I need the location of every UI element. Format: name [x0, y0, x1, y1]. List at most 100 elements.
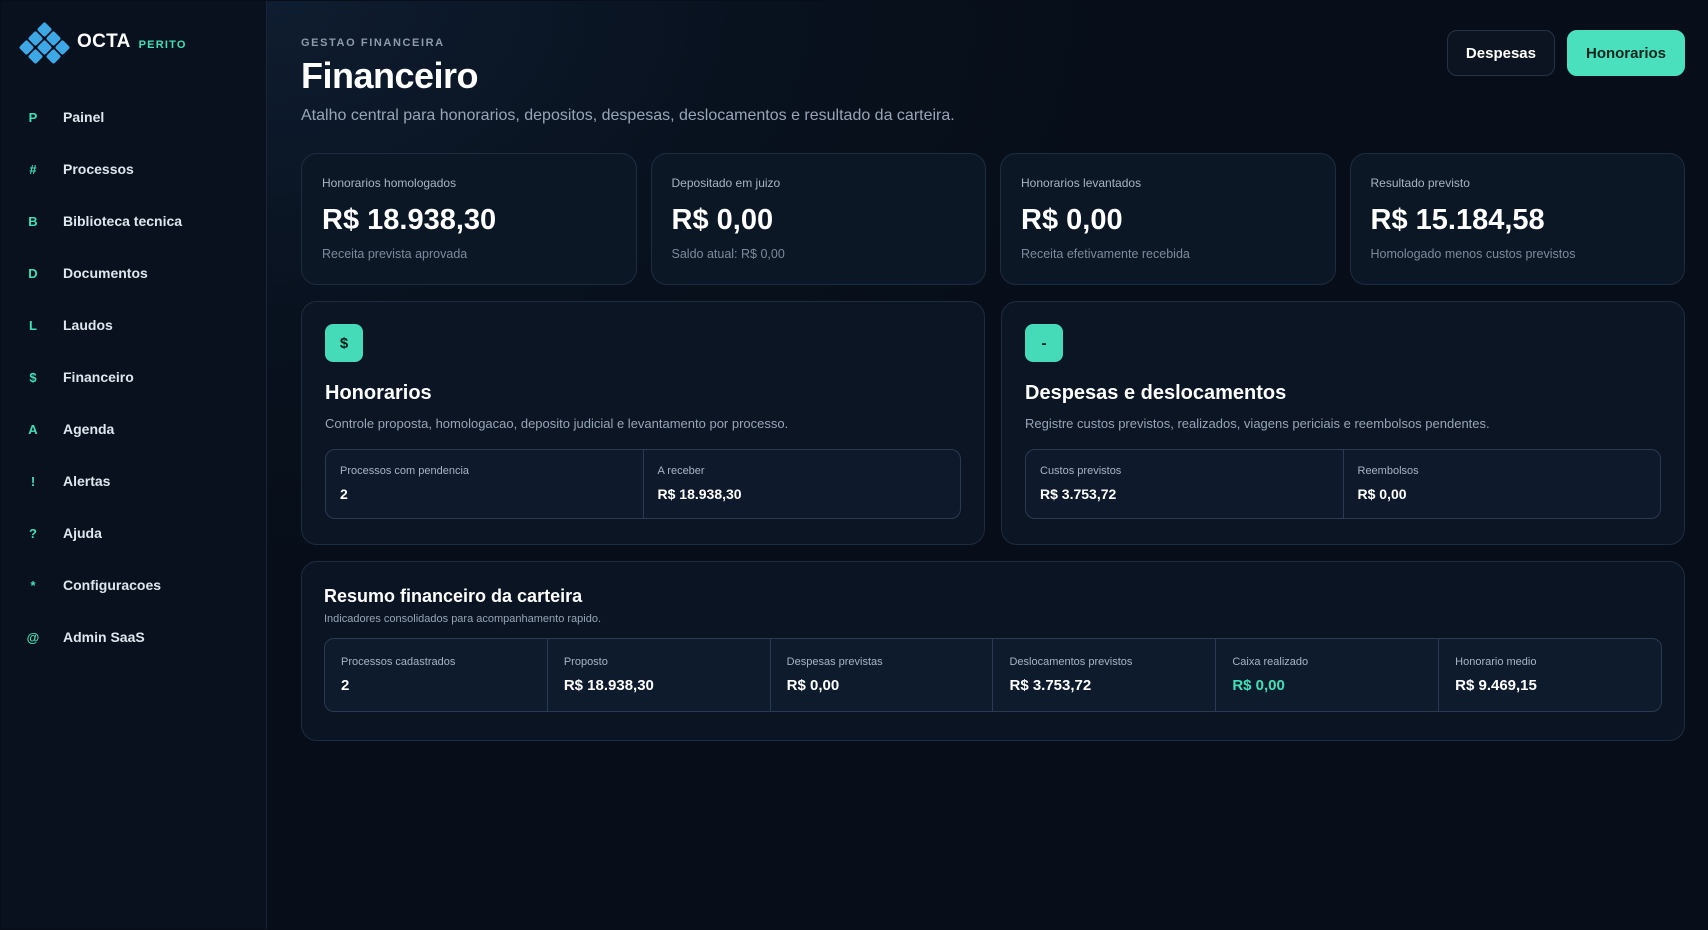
- documentos-icon: D: [28, 265, 38, 281]
- sidebar-item-label: Laudos: [63, 317, 113, 333]
- laudos-icon: L: [29, 317, 37, 333]
- panel-title: Despesas e deslocamentos: [1025, 382, 1287, 404]
- ajuda-icon: ?: [29, 525, 37, 541]
- agenda-icon: A: [28, 421, 38, 437]
- summary-label: Caixa realizado: [1232, 656, 1309, 668]
- summary-label: Proposto: [563, 656, 608, 668]
- octa-logo-icon: [18, 21, 73, 65]
- sidebar-item-label: Biblioteca tecnica: [63, 213, 183, 229]
- summary-cell-processos-cadastrados: Processos cadastrados 2: [325, 639, 547, 711]
- brand-tag: PERITO: [138, 38, 187, 51]
- sidebar-nav: P Painel # Processos B Biblioteca tecnic…: [21, 91, 266, 663]
- summary-value: R$ 18.938,30: [563, 677, 654, 694]
- metric-label: Custos previstos: [1040, 465, 1122, 477]
- summary-cell-deslocamentos-previstos: Deslocamentos previstos R$ 3.753,72: [992, 639, 1215, 711]
- metric-label: Reembolsos: [1357, 465, 1419, 477]
- metric-value: R$ 3.753,72: [1040, 486, 1117, 502]
- stat-label: Honorarios levantados: [1021, 176, 1142, 190]
- summary-value: 2: [341, 677, 350, 694]
- stat-label: Depositado em juizo: [671, 176, 781, 190]
- biblioteca-icon: B: [28, 213, 38, 229]
- summary-cell-caixa-realizado: Caixa realizado R$ 0,00: [1215, 639, 1438, 711]
- summary-panel: Resumo financeiro da carteira Indicadore…: [301, 561, 1685, 741]
- panel-metrics: Custos previstos R$ 3.753,72 Reembolsos …: [1025, 449, 1661, 519]
- stat-value: R$ 0,00: [1021, 204, 1123, 236]
- stat-value: R$ 0,00: [671, 204, 774, 236]
- brand-name: OCTA: [77, 31, 131, 52]
- panel-title: Honorarios: [325, 382, 432, 404]
- sidebar-item-financeiro[interactable]: $ Financeiro: [21, 351, 266, 403]
- despesas-panel[interactable]: - Despesas e deslocamentos Registre cust…: [1001, 301, 1685, 545]
- painel-icon: P: [28, 109, 38, 125]
- metric-custos-previstos: Custos previstos R$ 3.753,72: [1026, 450, 1343, 518]
- brand[interactable]: OCTA PERITO: [18, 21, 266, 65]
- stat-card-depositado-em-juizo: Depositado em juizo R$ 0,00 Saldo atual:…: [650, 153, 986, 285]
- stat-card-honorarios-levantados: Honorarios levantados R$ 0,00 Receita ef…: [1000, 153, 1336, 285]
- summary-label: Honorario medio: [1455, 656, 1537, 668]
- metric-label: Processos com pendencia: [340, 465, 470, 477]
- sidebar: OCTA PERITO P Painel # Processos B Bibli…: [1, 1, 267, 929]
- sidebar-item-agenda[interactable]: A Agenda: [21, 403, 266, 455]
- summary-cell-despesas-previstas: Despesas previstas R$ 0,00: [769, 639, 993, 711]
- summary-cell-honorario-medio: Honorario medio R$ 9.469,15: [1438, 639, 1661, 711]
- sidebar-item-laudos[interactable]: L Laudos: [21, 299, 266, 351]
- stat-label: Honorarios homologados: [322, 176, 457, 190]
- summary-subtitle: Indicadores consolidados para acompanham…: [324, 613, 602, 625]
- metric-value: 2: [340, 486, 348, 502]
- alertas-icon: !: [30, 473, 36, 489]
- stat-card-resultado-previsto: Resultado previsto R$ 15.184,58 Homologa…: [1349, 153, 1685, 285]
- summary-value: R$ 0,00: [1232, 677, 1285, 694]
- summary-grid: Processos cadastrados 2 Proposto R$ 18.9…: [324, 638, 1662, 712]
- stat-note: Receita prevista aprovada: [322, 247, 468, 261]
- stat-value: R$ 18.938,30: [322, 204, 497, 236]
- stat-label: Resultado previsto: [1370, 176, 1470, 190]
- metric-label: A receber: [657, 465, 705, 477]
- app: OCTA PERITO P Painel # Processos B Bibli…: [1, 1, 1707, 929]
- page-subtitle: Atalho central para honorarios, deposito…: [301, 107, 955, 124]
- sidebar-item-label: Alertas: [63, 473, 111, 489]
- honorarios-panel[interactable]: $ Honorarios Controle proposta, homologa…: [301, 301, 985, 545]
- summary-cell-proposto: Proposto R$ 18.938,30: [546, 639, 770, 711]
- metric-value: R$ 0,00: [1357, 486, 1407, 502]
- sidebar-item-label: Ajuda: [63, 525, 102, 541]
- sidebar-item-label: Documentos: [63, 265, 148, 281]
- sidebar-item-biblioteca[interactable]: B Biblioteca tecnica: [21, 195, 266, 247]
- sidebar-item-label: Agenda: [63, 421, 115, 437]
- stat-note: Saldo atual: R$ 0,00: [671, 247, 785, 261]
- panel-description: Controle proposta, homologacao, deposito…: [325, 416, 789, 431]
- sidebar-item-label: Configuracoes: [63, 577, 162, 593]
- stat-note: Receita efetivamente recebida: [1021, 247, 1190, 261]
- sidebar-item-ajuda[interactable]: ? Ajuda: [21, 507, 266, 559]
- header-actions: Despesas Honorarios: [1446, 30, 1685, 76]
- configuracoes-icon: *: [30, 577, 36, 593]
- stat-card-honorarios-homologados: Honorarios homologados R$ 18.938,30 Rece…: [301, 153, 637, 285]
- dollar-icon: $: [325, 324, 363, 362]
- sidebar-item-admin-saas[interactable]: @ Admin SaaS: [21, 611, 266, 663]
- summary-title: Resumo financeiro da carteira: [324, 586, 583, 606]
- metric-value: R$ 18.938,30: [657, 486, 742, 502]
- sidebar-item-label: Processos: [63, 161, 134, 177]
- sidebar-item-configuracoes[interactable]: * Configuracoes: [21, 559, 266, 611]
- panels-row: $ Honorarios Controle proposta, homologa…: [301, 301, 1685, 545]
- admin-icon: @: [26, 629, 40, 645]
- processos-icon: #: [29, 161, 37, 177]
- sidebar-item-label: Painel: [63, 109, 105, 125]
- summary-value: R$ 3.753,72: [1009, 677, 1092, 694]
- sidebar-item-alertas[interactable]: ! Alertas: [21, 455, 266, 507]
- sidebar-item-label: Admin SaaS: [63, 629, 145, 645]
- stat-note: Homologado menos custos previstos: [1370, 247, 1576, 261]
- panel-description: Registre custos previstos, realizados, v…: [1025, 416, 1490, 431]
- stat-value: R$ 15.184,58: [1370, 204, 1545, 236]
- honorarios-button[interactable]: Honorarios: [1566, 30, 1685, 76]
- sidebar-item-label: Financeiro: [63, 369, 134, 385]
- metric-a-receber: A receber R$ 18.938,30: [642, 450, 961, 518]
- financeiro-icon: $: [29, 369, 37, 385]
- metric-reembolsos: Reembolsos R$ 0,00: [1342, 450, 1661, 518]
- main-content: Despesas Honorarios GESTAO FINANCEIRA Fi…: [267, 1, 1707, 929]
- summary-label: Deslocamentos previstos: [1009, 656, 1133, 668]
- stats-row: Honorarios homologados R$ 18.938,30 Rece…: [301, 153, 1685, 285]
- sidebar-item-documentos[interactable]: D Documentos: [21, 247, 266, 299]
- despesas-button[interactable]: Despesas: [1446, 30, 1555, 76]
- sidebar-item-painel[interactable]: P Painel: [21, 91, 266, 143]
- sidebar-item-processos[interactable]: # Processos: [21, 143, 266, 195]
